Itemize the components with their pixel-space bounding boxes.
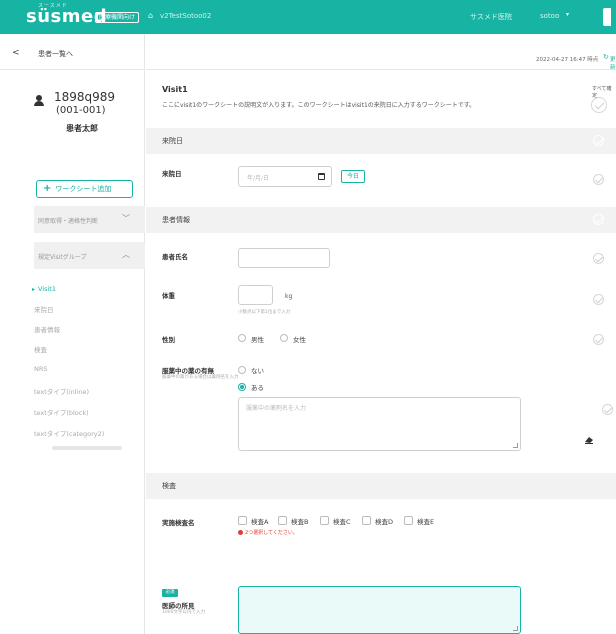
section-title: 来院日 xyxy=(162,137,183,145)
home-icon[interactable]: ⌂ xyxy=(148,11,153,20)
person-icon xyxy=(34,95,44,107)
checkbox-label[interactable]: 検査D xyxy=(375,516,393,526)
checkbox-label[interactable]: 検査E xyxy=(417,516,434,526)
field-note: 1000文字以内で入力 xyxy=(162,610,205,615)
test-d-checkbox[interactable] xyxy=(362,516,371,525)
chevron-down-icon: ﹀ xyxy=(122,214,130,223)
sidebar-item-visit-date[interactable]: 来院日 xyxy=(34,304,54,314)
calendar-icon[interactable] xyxy=(318,173,325,180)
patient-name-input[interactable] xyxy=(238,248,330,268)
checkbox-label[interactable]: 検査B xyxy=(291,516,308,526)
checkbox-label[interactable]: 検査C xyxy=(333,516,351,526)
required-badge: 必須 xyxy=(162,589,178,597)
radio-label[interactable]: 男性 xyxy=(251,334,264,344)
sex-male-radio[interactable] xyxy=(238,334,246,342)
field-check-icon[interactable] xyxy=(602,404,613,415)
patient-name: 患者太郎 xyxy=(66,124,98,133)
field-label: 実施検査名 xyxy=(162,519,195,527)
error-icon xyxy=(238,530,243,535)
medication-textarea[interactable]: 服薬中の薬剤名を入力 xyxy=(238,397,521,451)
facility-badge: 医療機関向け xyxy=(95,12,140,23)
today-button[interactable]: 今日 xyxy=(341,170,365,183)
sex-female-radio[interactable] xyxy=(280,334,288,342)
sidebar-item-test[interactable]: 検査 xyxy=(34,344,47,354)
sidebar-item-text-inline[interactable]: textタイプ(inline) xyxy=(34,386,89,396)
field-label: 患者氏名 xyxy=(162,253,188,261)
radio-label[interactable]: 女性 xyxy=(293,334,306,344)
top-app-bar: スースメド süsmed 医療機関向け ⌂ v2TestSotoo02 サスメド… xyxy=(0,0,616,34)
medication-yes-radio[interactable] xyxy=(238,383,246,391)
menu-tab[interactable] xyxy=(603,8,611,26)
test-e-checkbox[interactable] xyxy=(404,516,413,525)
date-placeholder: 年/月/日 xyxy=(247,175,270,182)
divider xyxy=(0,69,145,70)
back-to-patient-list[interactable]: 患者一覧へ xyxy=(38,49,73,59)
field-note: 服薬中の薬がある場合は薬剤名を入力 xyxy=(162,375,239,380)
eraser-icon[interactable] xyxy=(584,436,594,444)
add-worksheet-label: ワークシート追加 xyxy=(55,185,112,193)
section-check-icon[interactable] xyxy=(593,214,604,225)
sidebar-item-visit1[interactable]: Visit1 xyxy=(38,285,56,293)
timestamp: 2022-04-27 16:47 時点 xyxy=(536,57,599,63)
resize-handle-icon[interactable] xyxy=(513,443,518,448)
page-description: ここにvisit1のワークシートの説明文が入ります。このワークシートはvisit… xyxy=(162,102,476,109)
sidebar-group-label: 規定Visitグループ xyxy=(38,254,87,261)
field-check-icon[interactable] xyxy=(593,253,604,264)
resize-handle-icon[interactable] xyxy=(513,626,518,631)
confirm-all-check-icon[interactable] xyxy=(591,97,607,113)
patient-id: 1898q989 xyxy=(54,90,116,104)
sidebar-item-text-category2[interactable]: textタイプ(category2) xyxy=(34,428,104,438)
field-label: 来院日 xyxy=(162,170,182,178)
field-label: 体重 xyxy=(162,292,175,300)
refresh-icon[interactable]: ↻ xyxy=(603,53,609,61)
chevron-down-icon[interactable]: ▾ xyxy=(566,11,569,18)
sidebar-item-nrs[interactable]: NRS xyxy=(34,365,48,373)
sidebar-item-text-block[interactable]: textタイプ(block) xyxy=(34,407,89,417)
patient-subject-code: (001-001) xyxy=(56,105,106,116)
section-title: 検査 xyxy=(162,482,176,490)
visit-date-input[interactable]: 年/月/日 xyxy=(238,166,332,187)
validation-error: 2つ選択してください。 xyxy=(245,530,298,536)
checkbox-label[interactable]: 検査A xyxy=(251,516,268,526)
medication-none-radio[interactable] xyxy=(238,366,246,374)
sidebar-group-visits[interactable]: 規定Visitグループ ︿ xyxy=(34,242,145,269)
facility-name: サスメド医院 xyxy=(470,13,512,21)
field-label: 服薬中の薬の有無 xyxy=(162,367,214,375)
radio-label[interactable]: ある xyxy=(251,382,264,392)
user-menu[interactable]: sotoo xyxy=(540,12,559,20)
active-arrow-icon: ▸ xyxy=(32,286,36,293)
section-patient-info: 患者情報 xyxy=(146,207,616,233)
field-check-icon[interactable] xyxy=(593,174,604,185)
worksheet-breadcrumb[interactable]: v2TestSotoo02 xyxy=(160,12,211,20)
field-label: 医師の所見 xyxy=(162,602,195,610)
section-test: 検査 xyxy=(146,473,616,499)
sidebar-group-consent[interactable]: 同意取得・適格性判断 ﹀ xyxy=(34,206,145,233)
chevron-up-icon: ︿ xyxy=(122,250,130,259)
field-check-icon[interactable] xyxy=(593,334,604,345)
radio-label[interactable]: ない xyxy=(251,365,264,375)
add-worksheet-button[interactable]: + ワークシート追加 xyxy=(36,180,133,198)
plus-icon: + xyxy=(43,183,52,194)
doctor-findings-textarea[interactable] xyxy=(238,586,521,634)
chevron-left-icon[interactable]: < xyxy=(12,48,20,58)
section-check-icon[interactable] xyxy=(593,135,604,146)
worksheet-main: 2022-04-27 16:47 時点 ↻ 更新 Visit1 ここにvisit… xyxy=(146,34,616,634)
test-a-checkbox[interactable] xyxy=(238,516,247,525)
page-title: Visit1 xyxy=(162,85,188,94)
field-label: 性別 xyxy=(162,336,175,344)
section-visit-date: 来院日 xyxy=(146,128,616,154)
test-c-checkbox[interactable] xyxy=(320,516,329,525)
test-b-checkbox[interactable] xyxy=(278,516,287,525)
sidebar: < 患者一覧へ 1898q989 (001-001) 患者太郎 + ワークシート追… xyxy=(0,34,145,634)
weight-hint: 小数点以下第1位まで入力 xyxy=(238,310,291,315)
field-check-icon[interactable] xyxy=(593,294,604,305)
divider xyxy=(146,69,616,70)
sidebar-item-patient-info[interactable]: 患者情報 xyxy=(34,324,60,334)
sidebar-scrollbar[interactable] xyxy=(52,446,122,450)
weight-input[interactable] xyxy=(238,285,273,305)
weight-unit: kg xyxy=(285,293,293,300)
textarea-placeholder: 服薬中の薬剤名を入力 xyxy=(246,405,307,412)
sidebar-group-label: 同意取得・適格性判断 xyxy=(38,218,99,225)
section-title: 患者情報 xyxy=(162,216,190,224)
